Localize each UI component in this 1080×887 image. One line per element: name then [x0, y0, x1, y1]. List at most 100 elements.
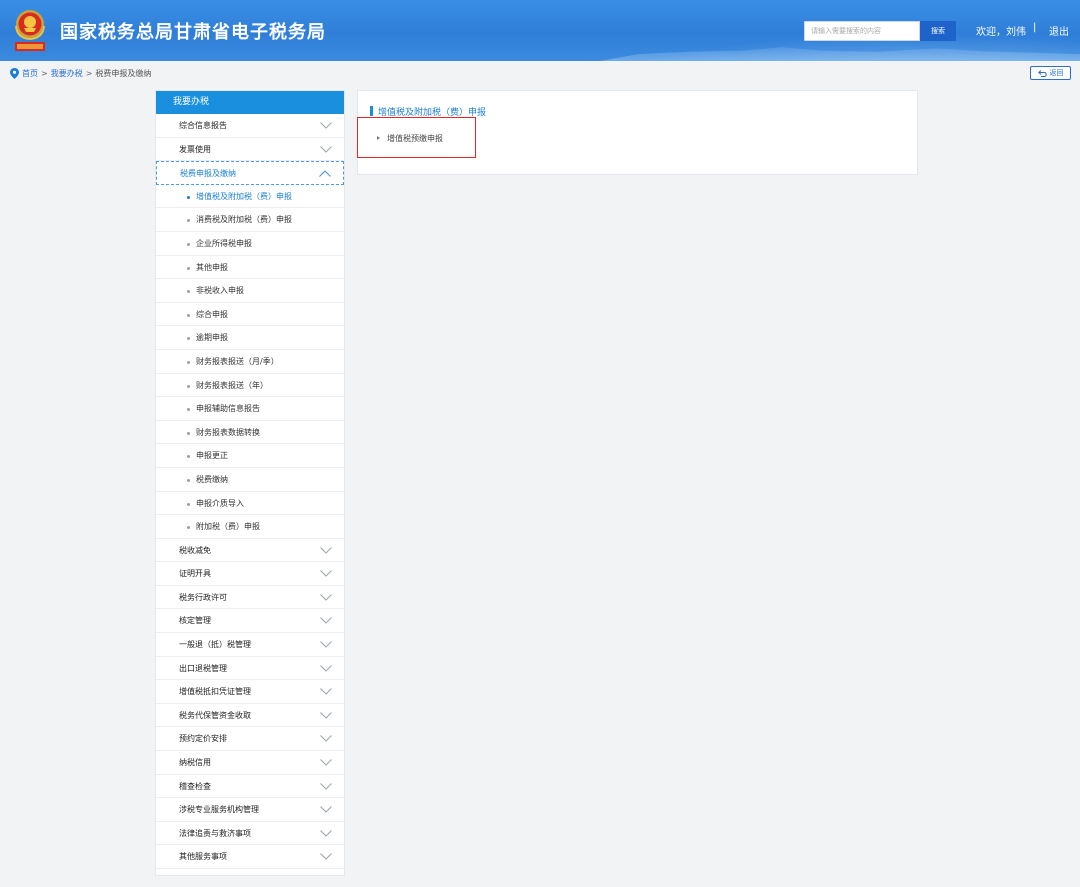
sidebar-group-label: 发票使用 — [179, 144, 211, 154]
sidebar-sub-item-label: 申报介质导入 — [196, 498, 244, 508]
sidebar-group[interactable]: 核定管理 — [156, 609, 344, 634]
chevron-down-icon — [320, 711, 332, 719]
sidebar-group[interactable]: 税收减免 — [156, 539, 344, 563]
chevron-down-icon — [320, 641, 332, 648]
header-separator: | — [1033, 22, 1037, 33]
breadcrumb-home[interactable]: 首页 — [22, 68, 38, 79]
bullet-dot-icon — [187, 290, 190, 294]
bullet-dot-icon — [187, 242, 190, 246]
sidebar-group-label: 税务代保管资金收取 — [179, 710, 251, 720]
sidebar-group[interactable]: 发票使用 — [156, 138, 344, 162]
bullet-dot-icon — [187, 408, 190, 412]
breadcrumb-separator: > — [85, 68, 93, 78]
sidebar-sub-item-label: 其他申报 — [196, 262, 228, 272]
sidebar-sub-item[interactable]: 其他申报 — [156, 256, 344, 280]
chevron-down-icon — [320, 546, 332, 554]
sidebar-sub-item[interactable]: 财务报表报送（年） — [156, 374, 344, 398]
vat-prepayment-declaration-link[interactable]: 增值税预缴申报 — [377, 133, 443, 144]
sidebar-sub-item[interactable]: 企业所得税申报 — [156, 232, 344, 256]
welcome-user-text: 欢迎，刘伟 — [976, 27, 1026, 38]
bullet-dot-icon — [187, 431, 190, 435]
sidebar-group-label: 预约定价安排 — [179, 734, 227, 744]
sidebar-group[interactable]: 其他服务事项 — [156, 845, 344, 869]
sidebar-group[interactable]: 增值税抵扣凭证管理 — [156, 680, 344, 704]
sidebar-group-active[interactable]: 税费申报及缴纳 — [156, 161, 344, 185]
breadcrumb-current: 税费申报及缴纳 — [95, 68, 152, 78]
sidebar-sub-item-label: 财务报表数据转换 — [196, 427, 260, 437]
bullet-dot-icon — [187, 478, 190, 482]
search-button[interactable]: 搜索 — [920, 21, 956, 41]
sidebar-group-label: 纳税信用 — [179, 758, 211, 768]
bullet-dot-icon — [187, 526, 190, 530]
back-button-label: 返回 — [1049, 69, 1064, 77]
breadcrumb: 首页 > 我要办税 > 税费申报及缴纳 — [10, 67, 151, 79]
sidebar-title: 我要办税 — [156, 91, 344, 114]
sidebar-sub-item[interactable]: 综合申报 — [156, 303, 344, 327]
sidebar-sub-item[interactable]: 逾期申报 — [156, 326, 344, 350]
sidebar-group[interactable]: 稽查检查 — [156, 775, 344, 799]
sidebar-menu: 我要办税 综合信息报告发票使用税费申报及缴纳增值税及附加税（费）申报 消费税及附加… — [155, 90, 345, 876]
sidebar-group[interactable]: 一般退（抵）税管理 — [156, 633, 344, 657]
chevron-down-icon — [320, 735, 332, 743]
chevron-down-icon — [320, 688, 332, 695]
sidebar-sub-item-label: 增值税及附加税（费）申报 — [196, 191, 292, 201]
tax-bureau-emblem-icon — [15, 10, 45, 51]
logout-link[interactable]: 退出 — [1049, 23, 1069, 38]
bullet-dot-icon — [187, 384, 190, 388]
sidebar-group[interactable]: 出口退税管理 — [156, 657, 344, 681]
sidebar-sub-item[interactable]: 附加税（费）申报 — [156, 515, 344, 539]
sidebar-group[interactable]: 税务行政许可 — [156, 586, 344, 610]
sidebar-sub-item[interactable]: 申报辅助信息报告 — [156, 397, 344, 421]
bullet-dot-icon — [187, 313, 190, 317]
sidebar-sub-item-label: 消费税及附加税（费）申报 — [196, 215, 292, 225]
sidebar-group-label: 核定管理 — [179, 616, 211, 626]
sidebar-sub-item[interactable]: 申报更正 — [156, 444, 344, 468]
sidebar-group[interactable]: 证明开具 — [156, 562, 344, 586]
chevron-down-icon — [320, 145, 332, 153]
sidebar-sub-item[interactable]: 申报介质导入 — [156, 492, 344, 516]
chevron-down-icon — [320, 122, 332, 129]
site-title: 国家税务总局甘肃省电子税务局 — [60, 22, 326, 43]
sidebar-sub-item-label: 申报更正 — [196, 451, 228, 461]
breadcrumb-wybs[interactable]: 我要办税 — [51, 68, 83, 79]
back-button[interactable]: 返回 — [1030, 66, 1071, 80]
sidebar-group-label: 一般退（抵）税管理 — [179, 640, 251, 650]
sidebar-sub-item-label: 附加税（费）申报 — [196, 522, 260, 532]
chevron-down-icon — [320, 782, 332, 790]
sidebar-sub-item-label: 财务报表报送（月/季） — [196, 356, 279, 366]
sidebar-group-label: 出口退税管理 — [179, 663, 227, 673]
sidebar-sub-item[interactable]: 财务报表报送（月/季） — [156, 350, 344, 374]
top-header: 国家税务总局甘肃省电子税务局 搜索 欢迎，刘伟 | 退出 — [0, 0, 1080, 61]
panel-item-label: 增值税预缴申报 — [387, 134, 443, 143]
sidebar-sub-item[interactable]: 增值税及附加税（费）申报 — [156, 185, 344, 209]
sidebar-group-label: 稽查检查 — [179, 781, 211, 791]
chevron-down-icon — [320, 759, 332, 766]
chevron-down-icon — [320, 829, 332, 837]
sidebar-sub-item[interactable]: 财务报表数据转换 — [156, 421, 344, 445]
sidebar-sub-item-label: 非税收入申报 — [196, 286, 244, 296]
sidebar-menu-list: 综合信息报告发票使用税费申报及缴纳增值税及附加税（费）申报 消费税及附加税（费）申… — [156, 114, 344, 869]
sidebar-sub-item-label: 企业所得税申报 — [196, 238, 252, 248]
sidebar-group[interactable]: 预约定价安排 — [156, 727, 344, 752]
sidebar-group-label: 证明开具 — [179, 569, 211, 579]
search-input[interactable] — [804, 21, 920, 41]
location-pin-icon — [10, 67, 19, 79]
sidebar-group-label: 税收减免 — [179, 545, 211, 555]
sidebar-group[interactable]: 涉税专业服务机构管理 — [156, 798, 344, 822]
sidebar-sub-item[interactable]: 非税收入申报 — [156, 279, 344, 303]
bullet-dot-icon — [187, 360, 190, 364]
sidebar-sub-item-label: 财务报表报送（年） — [196, 380, 268, 390]
sidebar-group-label: 税务行政许可 — [179, 592, 227, 602]
sidebar-group[interactable]: 法律追责与救济事项 — [156, 822, 344, 846]
sidebar-group[interactable]: 综合信息报告 — [156, 114, 344, 138]
sidebar-sub-item-label: 逾期申报 — [196, 333, 228, 343]
sidebar-group[interactable]: 纳税信用 — [156, 751, 344, 775]
sidebar-sub-item-label: 税费缴纳 — [196, 474, 228, 484]
chevron-down-icon — [320, 806, 332, 813]
sidebar-sub-item-label: 申报辅助信息报告 — [196, 404, 260, 414]
bullet-dot-icon — [187, 195, 190, 199]
sidebar-sub-item[interactable]: 消费税及附加税（费）申报 — [156, 208, 344, 232]
sidebar-sub-item-label: 综合申报 — [196, 309, 228, 319]
sidebar-sub-item[interactable]: 税费缴纳 — [156, 468, 344, 492]
sidebar-group[interactable]: 税务代保管资金收取 — [156, 704, 344, 728]
